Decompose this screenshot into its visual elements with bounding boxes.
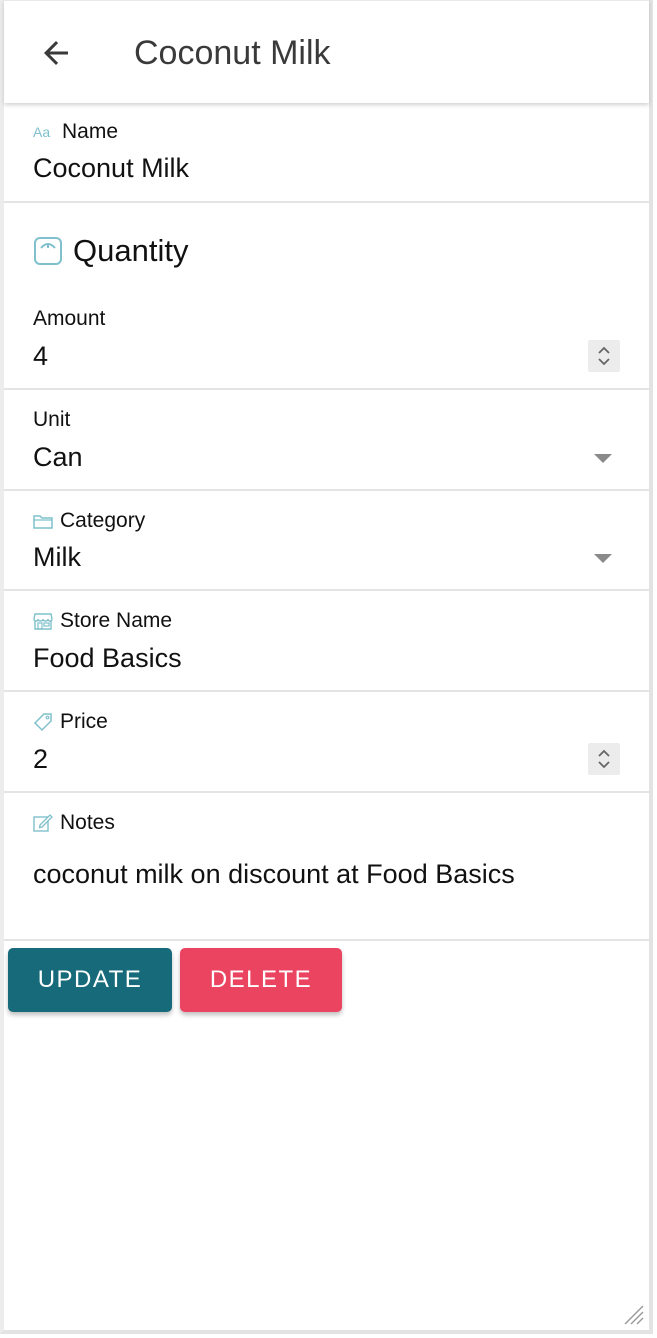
store-label-text: Store Name: [60, 609, 173, 632]
chevron-down-icon[interactable]: [594, 454, 612, 463]
store-label: Store Name: [33, 609, 172, 633]
resize-handle-icon[interactable]: [621, 1302, 645, 1326]
quantity-section: Quantity Amount 4: [4, 203, 649, 390]
store-row: Store Name Food Basics: [4, 591, 649, 692]
scale-icon: [33, 236, 63, 266]
arrow-left-icon: [44, 41, 68, 65]
notes-label-text: Notes: [60, 811, 115, 834]
unit-label: Unit: [33, 408, 71, 431]
category-row: Category Milk: [4, 491, 649, 591]
notes-label: Notes: [33, 811, 115, 835]
category-select[interactable]: Milk: [33, 542, 81, 573]
edit-icon: [33, 814, 53, 832]
folder-icon: [33, 513, 53, 529]
amount-input[interactable]: 4: [33, 341, 48, 372]
price-row: Price 2: [4, 692, 649, 793]
name-row: Aa Name Coconut Milk: [4, 102, 649, 203]
unit-select[interactable]: Can: [33, 442, 83, 473]
price-label: Price: [33, 710, 108, 734]
category-label: Category: [33, 509, 145, 533]
tag-icon: [33, 712, 53, 732]
store-icon: [33, 612, 53, 630]
store-name-field[interactable]: Food Basics: [33, 643, 182, 674]
back-button[interactable]: [34, 31, 78, 75]
name-field[interactable]: Coconut Milk: [33, 153, 189, 184]
notes-textarea[interactable]: coconut milk on discount at Food Basics: [33, 859, 515, 890]
form-window: Coconut Milk Aa Name Coconut Milk Quanti…: [0, 0, 653, 1334]
page-title: Coconut Milk: [134, 34, 331, 72]
chevron-up-down-icon: [598, 346, 610, 366]
delete-button[interactable]: DELETE: [180, 948, 342, 1012]
chevron-down-icon[interactable]: [594, 554, 612, 563]
price-label-text: Price: [60, 710, 108, 733]
amount-label: Amount: [33, 307, 106, 330]
svg-text:Aa: Aa: [33, 124, 50, 140]
chevron-up-down-icon: [598, 749, 610, 769]
price-input[interactable]: 2: [33, 744, 48, 775]
update-button[interactable]: UPDATE: [8, 948, 172, 1012]
unit-row: Unit Can: [4, 390, 649, 491]
name-label-text: Name: [62, 120, 119, 143]
category-label-text: Category: [60, 509, 146, 532]
app-bar: Coconut Milk: [4, 0, 649, 103]
quantity-heading: Quantity: [33, 233, 188, 269]
notes-row: Notes coconut milk on discount at Food B…: [4, 793, 649, 941]
amount-stepper[interactable]: [588, 340, 620, 372]
text-format-icon: Aa: [33, 124, 55, 140]
quantity-heading-text: Quantity: [73, 233, 189, 268]
name-label: Aa Name: [33, 120, 118, 144]
price-stepper[interactable]: [588, 743, 620, 775]
